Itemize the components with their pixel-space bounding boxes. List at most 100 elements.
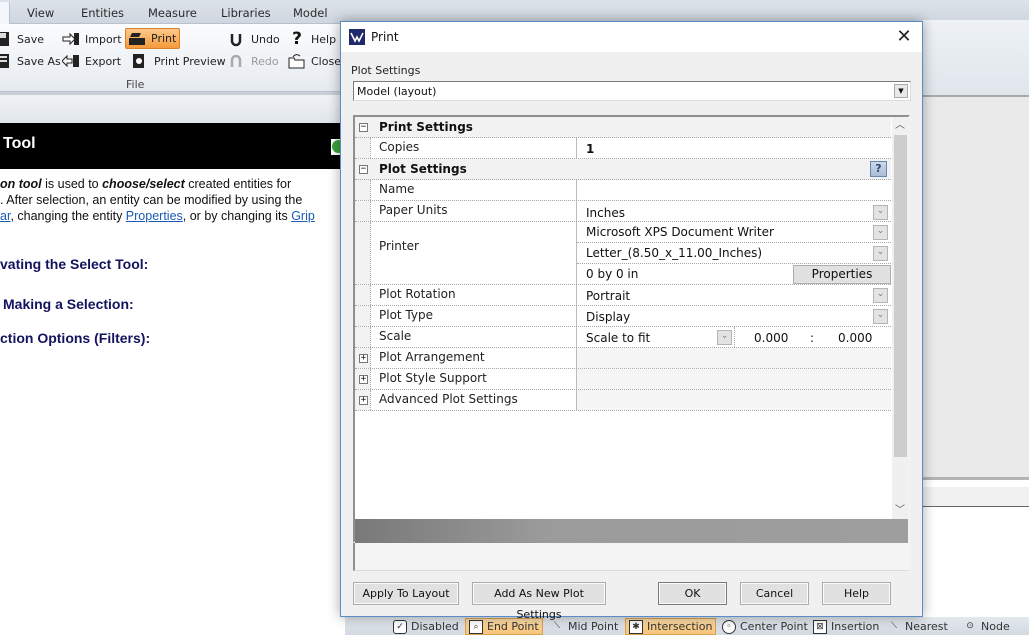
property-grid: − Print Settings Copies 1 − Plot Setting… bbox=[353, 115, 910, 543]
category-plot-settings[interactable]: − Plot Settings ? bbox=[355, 159, 891, 180]
prop-name: Plot Rotation bbox=[370, 285, 577, 305]
print-preview-magnifier-icon bbox=[133, 54, 144, 68]
scrollbar-thumb[interactable] bbox=[894, 135, 907, 457]
ok-button[interactable]: OK bbox=[658, 582, 727, 605]
snap-node[interactable]: ⊙ Node bbox=[963, 618, 1010, 635]
close-button[interactable]: Close bbox=[288, 51, 341, 71]
chevron-down-icon[interactable]: ⌄ bbox=[717, 330, 732, 345]
chevron-down-icon[interactable]: ⌄ bbox=[873, 225, 888, 240]
snap-insertion[interactable]: ⊠ Insertion bbox=[813, 618, 879, 635]
paper-units-select[interactable]: Inches ⌄ bbox=[577, 201, 891, 221]
expand-icon[interactable]: + bbox=[359, 375, 368, 384]
row-gutter: + bbox=[355, 369, 370, 389]
ribbon-tab-libraries[interactable]: Libraries bbox=[221, 6, 271, 20]
expand-icon[interactable]: + bbox=[359, 354, 368, 363]
ribbon-tab-model[interactable]: Model bbox=[293, 6, 328, 20]
snap-disabled[interactable]: ✓ Disabled bbox=[393, 618, 459, 635]
snap-center-point[interactable]: ◦ Center Point bbox=[722, 618, 808, 635]
plot-rotation-select[interactable]: Portrait ⌄ bbox=[577, 285, 891, 305]
row-gutter bbox=[355, 306, 370, 326]
close-folder-icon bbox=[288, 54, 305, 69]
scroll-down-icon[interactable]: ﹀ bbox=[892, 502, 908, 519]
dialog-title: Print bbox=[371, 30, 399, 44]
category-print-settings[interactable]: − Print Settings bbox=[355, 117, 891, 138]
prop-name: Plot Arrangement bbox=[370, 348, 577, 368]
cancel-button[interactable]: Cancel bbox=[740, 582, 809, 605]
import-label: Import bbox=[85, 32, 122, 46]
chevron-down-icon[interactable]: ⌄ bbox=[873, 288, 888, 303]
help-question-icon[interactable]: ? bbox=[870, 161, 887, 177]
scroll-up-icon[interactable]: ︿ bbox=[892, 117, 908, 134]
scale-select[interactable]: Scale to fit ⌄ bbox=[577, 327, 735, 347]
ribbon-tab-entities[interactable]: Entities bbox=[81, 6, 124, 20]
empty-value bbox=[577, 348, 891, 368]
prop-name: Name bbox=[370, 180, 577, 200]
printer-device-select[interactable]: Microsoft XPS Document Writer ⌄ bbox=[577, 222, 891, 243]
help-link-properties[interactable]: Properties bbox=[126, 209, 183, 223]
chevron-down-icon[interactable]: ⌄ bbox=[873, 205, 888, 220]
print-preview-button[interactable]: Print Preview bbox=[131, 51, 226, 71]
save-as-button[interactable]: Save As bbox=[0, 51, 61, 71]
scale-denominator-input[interactable]: 0.000 bbox=[838, 331, 872, 345]
help-heading-selection-options[interactable]: ction Options (Filters): bbox=[0, 330, 150, 346]
export-arrow-icon bbox=[62, 54, 79, 68]
category-advanced-plot-settings[interactable]: + Advanced Plot Settings bbox=[355, 390, 891, 411]
prop-name: Plot Style Support bbox=[370, 369, 577, 389]
help-dialog-button[interactable]: Help bbox=[822, 582, 891, 605]
prop-name: Copies bbox=[370, 138, 577, 158]
plot-settings-select[interactable]: Model (layout) ▼ bbox=[353, 81, 911, 101]
application-window: View Entities Measure Libraries Model Sa… bbox=[0, 0, 1029, 635]
chevron-down-icon[interactable]: ⌄ bbox=[873, 309, 888, 324]
redo-button[interactable]: Redo bbox=[228, 51, 279, 71]
close-label: Close bbox=[311, 54, 341, 68]
apply-to-layout-button[interactable]: Apply To Layout bbox=[353, 582, 459, 605]
scale-numerator-input[interactable]: 0.000 bbox=[754, 331, 788, 345]
help-paragraph-line-3: ar, changing the entity Properties, or b… bbox=[0, 209, 315, 223]
collapse-icon[interactable]: − bbox=[359, 123, 368, 132]
property-grid-scrollbar[interactable]: ︿ ﹀ bbox=[892, 117, 908, 519]
dialog-title-bar[interactable]: Print ✕ bbox=[341, 22, 922, 52]
save-button[interactable]: Save bbox=[0, 29, 44, 49]
name-input[interactable] bbox=[577, 180, 891, 200]
help-heading-making-selection[interactable]: Making a Selection: bbox=[3, 296, 134, 312]
help-link-toolbar[interactable]: ar bbox=[0, 209, 10, 223]
copies-value: 1 bbox=[586, 142, 595, 156]
row-plot-rotation: Plot Rotation Portrait ⌄ bbox=[355, 285, 891, 306]
import-button[interactable]: Import bbox=[62, 29, 122, 49]
copies-input[interactable]: 1 bbox=[577, 138, 891, 158]
prop-name-text: Plot Type bbox=[379, 308, 433, 322]
ribbon-tab-file-active[interactable] bbox=[0, 2, 10, 25]
category-plot-style-support[interactable]: + Plot Style Support bbox=[355, 369, 891, 390]
help-button[interactable]: ? Help bbox=[288, 29, 336, 49]
close-x-icon[interactable]: ✕ bbox=[889, 25, 919, 49]
check-shield-icon: ✓ bbox=[393, 619, 407, 634]
prop-name-text: Paper Units bbox=[379, 203, 448, 217]
row-gutter bbox=[355, 201, 370, 221]
help-heading-activating[interactable]: vating the Select Tool: bbox=[0, 256, 148, 272]
snap-nearest[interactable]: ⟍ Nearest bbox=[887, 618, 948, 635]
collapse-icon[interactable]: − bbox=[359, 165, 368, 174]
ribbon-tab-measure[interactable]: Measure bbox=[148, 6, 197, 20]
dropdown-arrow-icon[interactable]: ▼ bbox=[894, 84, 908, 98]
undo-button[interactable]: Undo bbox=[228, 29, 280, 49]
add-as-new-plot-settings-button[interactable]: Add As New Plot Settings bbox=[472, 582, 606, 621]
row-gutter bbox=[355, 222, 370, 284]
prop-name: Printer bbox=[370, 222, 577, 284]
help-link-grip[interactable]: Grip bbox=[291, 209, 315, 223]
app-logo-icon bbox=[349, 29, 365, 45]
printer-properties-button[interactable]: Properties bbox=[793, 265, 891, 284]
center-point-icon: ◦ bbox=[722, 619, 736, 634]
description-title-bar bbox=[355, 519, 908, 543]
snap-intersection[interactable]: ✱ Intersection bbox=[625, 618, 717, 635]
printer-values: Microsoft XPS Document Writer ⌄ Letter_(8… bbox=[577, 222, 891, 284]
plot-settings-select-value: Model (layout) bbox=[357, 85, 437, 98]
category-plot-arrangement[interactable]: + Plot Arrangement bbox=[355, 348, 891, 369]
expand-icon[interactable]: + bbox=[359, 396, 368, 405]
plot-type-select[interactable]: Display ⌄ bbox=[577, 306, 891, 326]
snap-label: Insertion bbox=[831, 620, 880, 633]
chevron-down-icon[interactable]: ⌄ bbox=[873, 246, 888, 261]
paper-size-select[interactable]: Letter_(8.50_x_11.00_Inches) ⌄ bbox=[577, 243, 891, 264]
ribbon-tab-view[interactable]: View bbox=[27, 6, 54, 20]
export-button[interactable]: Export bbox=[62, 51, 121, 71]
print-button[interactable]: Print bbox=[125, 28, 181, 49]
